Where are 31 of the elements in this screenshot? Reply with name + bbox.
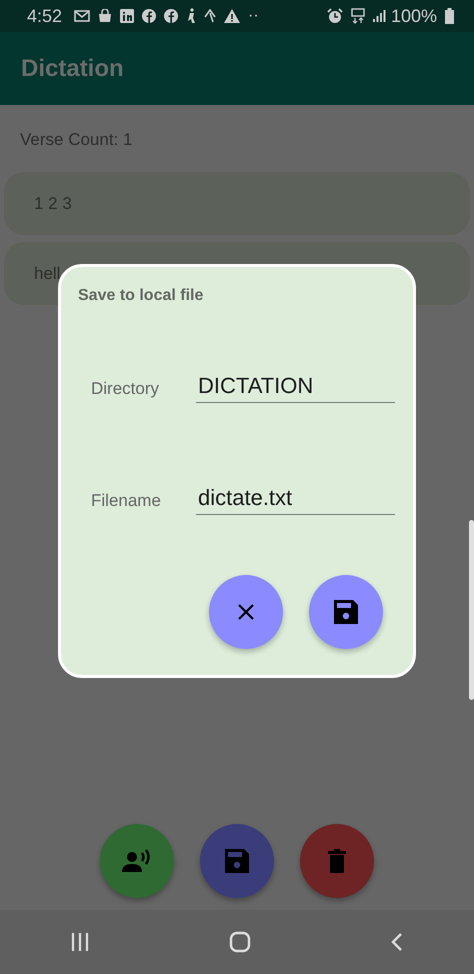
speaking-person-icon — [122, 849, 152, 873]
more-notifications: ·· — [248, 7, 259, 25]
home-icon — [228, 931, 251, 953]
app-title: Dictation — [21, 54, 124, 82]
field-label: Directory — [91, 379, 160, 400]
network-icon — [350, 8, 365, 24]
signal-icon — [372, 10, 387, 22]
scrollbar[interactable] — [469, 520, 474, 700]
input-field[interactable]: dictate.txt — [196, 485, 395, 515]
warning-icon — [224, 9, 240, 23]
input-field[interactable]: DICTATION — [196, 373, 395, 403]
status-time: 4:52 — [27, 6, 62, 26]
battery-percent: 100% — [390, 6, 437, 26]
save-button[interactable] — [309, 575, 383, 649]
recent-apps-icon — [70, 932, 90, 952]
cancel-button[interactable] — [209, 575, 283, 649]
mail-icon — [74, 10, 90, 22]
arrow-up-icon — [204, 9, 216, 23]
back-icon — [390, 932, 404, 952]
circle-logo-icon — [164, 9, 178, 23]
trash-icon — [328, 849, 346, 873]
dialog-title: Save to local file — [78, 287, 204, 305]
battery-icon — [445, 8, 454, 24]
bag-icon — [98, 9, 112, 23]
verse-count: Verse Count: 1 — [19, 129, 134, 151]
square-logo-icon — [120, 9, 134, 23]
circle-logo-icon — [142, 9, 156, 23]
close-icon — [237, 603, 255, 621]
alarm-icon — [326, 8, 343, 24]
field-label: Filename — [91, 491, 162, 512]
figure-icon — [186, 8, 196, 24]
